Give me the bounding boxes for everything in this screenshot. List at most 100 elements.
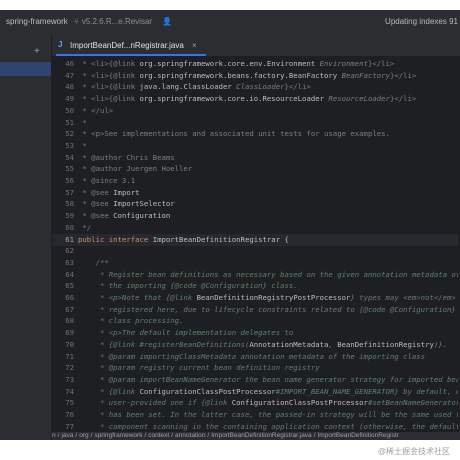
code-line[interactable]: 57 * @see Import <box>52 187 460 199</box>
code-token: * registered here, due to lifecycle cons… <box>78 304 456 314</box>
project-selector[interactable]: spring-framework <box>6 17 68 26</box>
code-text: * @author Chris Beams <box>78 152 174 164</box>
code-token: } types may <em>not</em> be <box>350 293 460 302</box>
code-line[interactable]: 69 * <p>The default implementation deleg… <box>52 327 460 339</box>
code-line[interactable]: 72 * @param registry current bean defini… <box>52 362 460 374</box>
code-line[interactable]: 76 * has been set. In the latter case, t… <box>52 409 460 421</box>
code-text: * <li>{@link org.springframework.core.io… <box>78 93 416 105</box>
code-line[interactable]: 53 * <box>52 140 460 152</box>
code-line[interactable]: 73 * @param importBeanNameGenerator the … <box>52 374 460 386</box>
code-token: #IMPORT_BEAN_NAME_GENERATOR} by default,… <box>275 386 460 396</box>
line-number: 72 <box>65 363 74 373</box>
java-file-icon: J <box>58 40 63 49</box>
code-text: */ <box>78 222 91 234</box>
code-token: * the importing {@code @Configuration} c… <box>78 281 298 291</box>
editor-tab[interactable]: J ImportBeanDef...nRegistrar.java × <box>56 34 206 56</box>
breadcrumb-separator: / <box>144 432 147 439</box>
code-line[interactable]: 67 * registered here, due to lifecycle c… <box>52 304 460 316</box>
watermark: @稀土掘金技术社区 <box>377 447 450 456</box>
code-line[interactable]: 61 public interface ImportBeanDefinitionR… <box>52 233 460 246</box>
line-number: 61 <box>65 234 74 244</box>
line-number: 58 <box>65 199 74 209</box>
breadcrumb-item[interactable]: org <box>79 432 88 439</box>
code-text: * @author Juergen Hoeller <box>78 163 192 175</box>
code-text: * @see Import <box>78 187 139 199</box>
code-line[interactable]: 59 * @see Configuration <box>52 210 460 222</box>
code-token: ImportSelector <box>113 199 175 209</box>
line-number: 56 <box>65 176 74 185</box>
code-token: , <box>328 339 338 349</box>
code-line[interactable]: 70 * {@link #registerBeanDefinitions(Ann… <box>52 339 460 351</box>
breadcrumb-separator: / <box>75 432 78 439</box>
line-number: 68 <box>65 316 74 326</box>
line-number: 51 <box>65 117 74 127</box>
code-line[interactable]: 77 * component scanning in the containin… <box>52 421 460 432</box>
code-token: { <box>280 234 289 244</box>
code-line[interactable]: 74 * {@link ConfigurationClassPostProces… <box>52 386 460 398</box>
code-token: * @see <box>78 199 114 209</box>
code-token: }</li> <box>389 94 417 104</box>
code-line[interactable]: 68 * class processing. <box>52 315 460 327</box>
code-token: * <p>Note that {@link <box>78 293 197 302</box>
code-editor[interactable]: 46 * <li>{@link org.springframework.core… <box>52 56 460 432</box>
code-token: * <li>{@link <box>78 82 140 92</box>
close-tab-icon[interactable]: × <box>192 41 197 50</box>
code-text: public interface ImportBeanDefinitionReg… <box>78 234 289 246</box>
selected-tree-item[interactable] <box>0 62 52 76</box>
code-token: Configuration <box>113 211 171 221</box>
code-line[interactable]: 48 * <li>{@link java.lang.ClassLoader Cl… <box>52 81 460 93</box>
breadcrumb-item[interactable]: ImportBeanDefinitionRegistrar.java <box>211 432 311 439</box>
code-line[interactable]: 66 * <p>Note that {@link BeanDefinitionR… <box>52 292 460 304</box>
code-text: * Register bean definitions as necessary… <box>78 269 460 281</box>
code-line[interactable]: 55 * @author Juergen Hoeller <box>52 163 460 175</box>
code-line[interactable]: 46 * <li>{@link org.springframework.core… <box>52 58 460 70</box>
code-text: /** <box>78 257 109 269</box>
code-line[interactable]: 75 * user-provided one if {@link Configu… <box>52 397 460 409</box>
code-line[interactable]: 60 */ <box>52 222 460 234</box>
code-line[interactable]: 52 * <p>See implementations and associat… <box>52 128 460 140</box>
code-line[interactable]: 63 /** <box>52 257 460 269</box>
line-number: 64 <box>65 269 74 279</box>
code-line[interactable]: 64 * Register bean definitions as necess… <box>52 269 460 281</box>
add-icon[interactable]: + <box>34 46 40 57</box>
add-user-icon[interactable]: 👤 <box>162 17 172 26</box>
branch-selector[interactable]: ⑂ v5.2.6.R...e.Revisar <box>74 17 152 26</box>
ide-window: spring-framework ⑂ v5.2.6.R...e.Revisar 👤… <box>0 10 460 440</box>
code-token: * </ul> <box>78 105 114 115</box>
code-text: * has been set. In the latter case, the … <box>78 409 460 421</box>
breadcrumb-item[interactable]: ImportBeanDefinitionRegistr <box>318 432 399 439</box>
code-line[interactable]: 58 * @see ImportSelector <box>52 198 460 210</box>
code-text: * @param importingClassMetadata annotati… <box>78 351 425 363</box>
code-line[interactable]: 65 * the importing {@code @Configuration… <box>52 280 460 292</box>
code-line[interactable]: 62 <box>52 245 460 257</box>
code-line[interactable]: 71 * @param importingClassMetadata annot… <box>52 351 460 363</box>
editor-tab-bar: J ImportBeanDef...nRegistrar.java × <box>52 34 460 56</box>
code-line[interactable]: 56 * @since 3.1 <box>52 175 460 187</box>
breadcrumb-item[interactable]: context <box>148 432 169 439</box>
code-text: * <li>{@link org.springframework.core.en… <box>78 58 394 70</box>
navigation-breadcrumb: n / java / org / springframework / context / annot… <box>52 432 460 440</box>
line-number: 47 <box>65 70 74 80</box>
line-number: 55 <box>65 164 74 174</box>
line-number: 73 <box>65 374 74 384</box>
code-token: * <li>{@link <box>78 70 140 80</box>
breadcrumb-item[interactable]: annotation <box>175 432 205 439</box>
title-bar: spring-framework ⑂ v5.2.6.R...e.Revisar 👤… <box>0 10 460 34</box>
code-line[interactable]: 54 * @author Chris Beams <box>52 152 460 164</box>
code-token: BeanDefinitionRegistryPostProcessor <box>196 293 351 302</box>
code-token: org.springframework.beans.factory.BeanFa… <box>139 70 338 80</box>
code-text: * <p>Note that {@link BeanDefinitionRegi… <box>78 292 460 304</box>
breadcrumb-item[interactable]: springframework <box>94 432 142 439</box>
code-token: * <box>78 117 87 127</box>
code-token: * @author Juergen Hoeller <box>78 164 193 174</box>
breadcrumb-item[interactable]: n <box>52 432 56 439</box>
code-token: * <p>See implementations and associated … <box>78 129 390 139</box>
breadcrumb-separator: / <box>171 432 174 439</box>
code-text: * <box>78 117 87 129</box>
code-line[interactable]: 47 * <li>{@link org.springframework.bean… <box>52 70 460 82</box>
breadcrumb-item[interactable]: java <box>61 432 73 439</box>
code-line[interactable]: 51 * <box>52 117 460 129</box>
code-token: java.lang.ClassLoader <box>139 82 232 92</box>
code-line[interactable]: 50 * </ul> <box>52 105 460 117</box>
code-line[interactable]: 49 * <li>{@link org.springframework.core… <box>52 93 460 105</box>
